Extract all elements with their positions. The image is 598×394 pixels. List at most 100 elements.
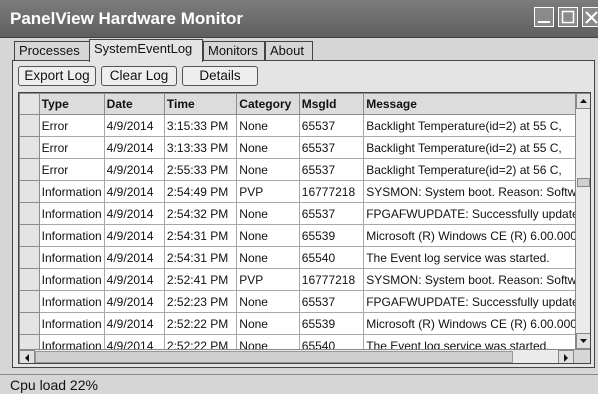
cell-time: 2:55:33 PM [163,158,238,181]
title-bar: PanelView Hardware Monitor [0,0,598,38]
scroll-left-button[interactable] [19,350,35,363]
cell-time: 2:54:31 PM [163,246,238,269]
column-header-msgid[interactable]: MsgId [298,93,365,115]
table-row[interactable]: Information 4/9/2014 2:54:32 PM None 65537 FP… [19,202,590,225]
scroll-right-button[interactable] [558,350,574,363]
column-header-date[interactable]: Date [103,93,165,115]
column-header-category[interactable]: Category [236,93,300,115]
row-header[interactable] [19,158,40,181]
cell-msgid: 65539 [298,312,365,335]
row-header[interactable] [19,290,40,313]
table-row[interactable]: Information 4/9/2014 2:52:22 PM None 65539 Mi… [19,312,590,335]
vertical-scroll-thumb[interactable] [577,178,590,187]
cell-msgid: 65537 [298,136,365,159]
table-row[interactable]: Information 4/9/2014 2:52:23 PM None 65537 FP… [19,290,590,313]
grid-header-row: Type Date Time Category MsgId Message [19,93,590,115]
vertical-scrollbar[interactable] [575,93,590,349]
cell-category: None [236,290,300,313]
event-log-table: Type Date Time Category MsgId Message Er… [19,93,590,363]
cell-category: PVP [236,180,300,203]
cell-date: 4/9/2014 [103,290,165,313]
cell-date: 4/9/2014 [103,202,165,225]
row-header[interactable] [19,312,40,335]
event-log-grid[interactable]: Type Date Time Category MsgId Message Er… [18,92,591,364]
tab-processes[interactable]: Processes [14,41,90,61]
column-header-type[interactable]: Type [38,93,105,115]
cell-message: Backlight Temperature(id=2) at 56 C, [363,158,590,181]
arrow-up-icon [580,99,587,103]
horizontal-scroll-thumb[interactable] [35,351,513,363]
system-event-log-panel: Export Log Clear Log Details Type Date T… [12,60,595,368]
arrow-right-icon [564,354,568,362]
cell-category: None [236,224,300,247]
scroll-down-button[interactable] [576,333,590,349]
table-row[interactable]: Error 4/9/2014 3:15:33 PM None 65537 Backligh… [19,114,590,137]
table-row[interactable]: Error 4/9/2014 2:55:33 PM None 65537 Backligh… [19,158,590,181]
row-header[interactable] [19,180,40,203]
column-header-time[interactable]: Time [163,93,238,115]
status-bar: Cpu load 22% [0,374,598,394]
cell-message: FPGAFWUPDATE: Successfully updated [363,290,590,313]
tab-system-event-log[interactable]: SystemEventLog [89,39,203,62]
row-header[interactable] [19,268,40,291]
cell-message: Microsoft (R) Windows CE (R) 6.00.0000 [363,312,590,335]
minimize-button[interactable] [534,7,554,27]
cell-category: None [236,312,300,335]
cell-date: 4/9/2014 [103,158,165,181]
horizontal-scrollbar[interactable] [19,349,590,363]
tab-about[interactable]: About [265,41,313,61]
cell-type: Information [38,312,105,335]
cell-date: 4/9/2014 [103,312,165,335]
table-row[interactable]: Information 4/9/2014 2:52:41 PM PVP 16777218… [19,268,590,291]
table-row[interactable]: Error 4/9/2014 3:13:33 PM None 65537 Backligh… [19,136,590,159]
cell-time: 3:13:33 PM [163,136,238,159]
row-header[interactable] [19,114,40,137]
cell-msgid: 16777218 [298,268,365,291]
close-button[interactable] [582,7,598,27]
row-header[interactable] [19,202,40,225]
scroll-up-button[interactable] [576,93,590,109]
cell-date: 4/9/2014 [103,180,165,203]
cell-type: Error [38,114,105,137]
scrollbar-corner [574,350,590,363]
cell-category: None [236,136,300,159]
cell-category: None [236,246,300,269]
row-header[interactable] [19,136,40,159]
cell-time: 3:15:33 PM [163,114,238,137]
cell-msgid: 65537 [298,158,365,181]
arrow-down-icon [580,339,587,343]
close-icon [585,11,598,24]
cell-message: The Event log service was started. [363,246,590,269]
maximize-icon [561,10,575,24]
cell-category: PVP [236,268,300,291]
table-row[interactable]: Information 4/9/2014 2:54:49 PM PVP 16777218… [19,180,590,203]
cell-date: 4/9/2014 [103,224,165,247]
tab-monitors[interactable]: Monitors [203,41,265,61]
cell-type: Information [38,268,105,291]
cell-time: 2:54:49 PM [163,180,238,203]
export-log-button[interactable]: Export Log [18,66,96,86]
details-button[interactable]: Details [182,66,258,86]
cell-msgid: 65540 [298,246,365,269]
maximize-button[interactable] [558,7,578,27]
cell-type: Error [38,136,105,159]
cell-time: 2:54:31 PM [163,224,238,247]
cell-date: 4/9/2014 [103,268,165,291]
cell-category: None [236,202,300,225]
table-row[interactable]: Information 4/9/2014 2:54:31 PM None 65540 Th… [19,246,590,269]
row-header[interactable] [19,246,40,269]
cell-type: Information [38,224,105,247]
column-header-message[interactable]: Message [363,93,590,115]
cell-message: SYSMON: System boot. Reason: Softwar [363,180,590,203]
cell-msgid: 65539 [298,224,365,247]
cell-message: Backlight Temperature(id=2) at 55 C, [363,136,590,159]
cell-category: None [236,158,300,181]
window-title: PanelView Hardware Monitor [10,9,244,28]
cell-date: 4/9/2014 [103,114,165,137]
clear-log-button[interactable]: Clear Log [101,66,177,86]
cell-message: FPGAFWUPDATE: Successfully updated [363,202,590,225]
cell-msgid: 65537 [298,290,365,313]
table-row[interactable]: Information 4/9/2014 2:54:31 PM None 65539 Mi… [19,224,590,247]
row-header[interactable] [19,224,40,247]
cell-time: 2:52:23 PM [163,290,238,313]
